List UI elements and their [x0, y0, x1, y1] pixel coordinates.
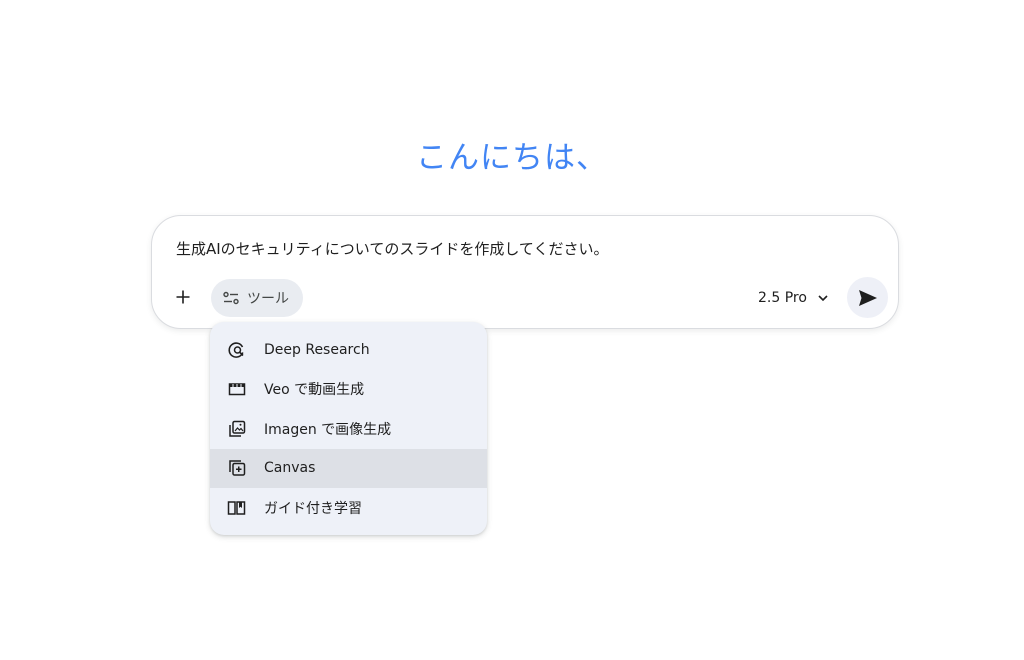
- menu-item-imagen-image[interactable]: Imagen で画像生成: [210, 409, 487, 449]
- menu-item-label: Imagen で画像生成: [264, 421, 392, 438]
- chevron-down-icon: [818, 295, 828, 302]
- plus-icon: [176, 290, 190, 304]
- book-icon: [227, 501, 246, 515]
- tools-button[interactable]: ツール: [211, 279, 303, 317]
- prompt-composer[interactable]: 生成AIのセキュリティについてのスライドを作成してください。 ツール 2.5 P…: [151, 215, 899, 329]
- image-icon: [229, 420, 246, 437]
- menu-item-label: Deep Research: [264, 341, 370, 358]
- menu-item-deep-research[interactable]: Deep Research: [210, 330, 487, 370]
- model-label: 2.5 Pro: [758, 290, 807, 306]
- canvas-icon: [229, 460, 246, 476]
- send-button[interactable]: [847, 277, 888, 318]
- model-selector[interactable]: 2.5 Pro: [758, 286, 829, 310]
- deep-research-icon: [228, 342, 244, 358]
- send-icon: [858, 289, 877, 306]
- add-button[interactable]: [168, 282, 198, 312]
- menu-item-label: ガイド付き学習: [264, 500, 362, 517]
- tools-icon: [223, 291, 239, 305]
- menu-item-guided-learning[interactable]: ガイド付き学習: [210, 488, 487, 528]
- menu-item-veo-video[interactable]: Veo で動画生成: [210, 370, 487, 410]
- menu-item-canvas[interactable]: Canvas: [210, 448, 487, 488]
- tools-label: ツール: [247, 291, 289, 307]
- page: こんにちは、 生成AIのセキュリティについてのスライドを作成してください。 ツー…: [0, 0, 1024, 660]
- menu-item-label: Veo で動画生成: [264, 382, 365, 399]
- tools-menu: Deep Research Veo で動画生成 Imagen で画像生成 Can…: [210, 322, 487, 535]
- video-icon: [228, 383, 246, 396]
- menu-item-label: Canvas: [264, 460, 316, 477]
- greeting-heading: こんにちは、: [416, 140, 608, 176]
- prompt-input[interactable]: 生成AIのセキュリティについてのスライドを作成してください。: [176, 238, 608, 259]
